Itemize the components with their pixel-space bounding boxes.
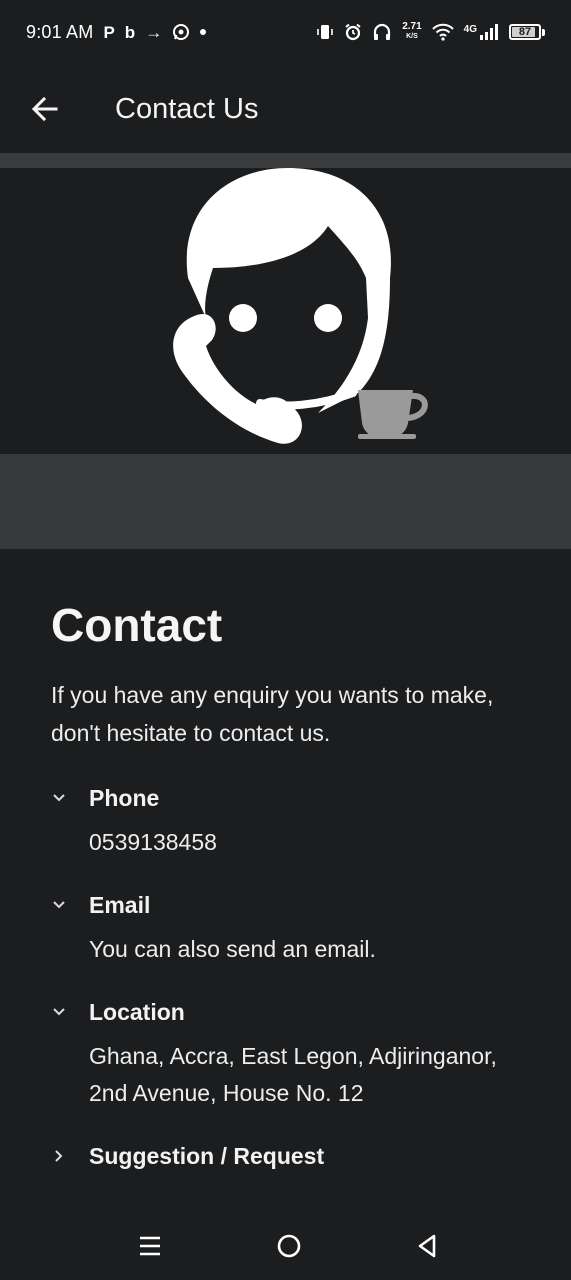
notification-p-icon: P [103,22,115,42]
accordion-title: Suggestion / Request [89,1142,325,1169]
notification-b-icon: b [124,22,136,42]
app-bar: Contact Us [0,64,571,154]
battery-indicator: 87 [509,24,545,40]
chevron-right-icon [55,1150,63,1162]
location-address: Ghana, Accra, East Legon, Adjiringanor, … [89,1043,497,1106]
accordion-title: Phone [89,784,160,811]
vibrate-icon [317,25,333,39]
page-title: Contact Us [115,92,259,125]
recent-apps-button[interactable] [130,1226,170,1266]
banner-bottom-band [0,454,571,549]
accordion-title: Email [89,891,151,918]
network-type-label: 4G [463,24,477,35]
arrow-left-icon [31,96,58,122]
accordion-header-phone[interactable]: Phone [51,776,531,820]
status-left: 9:01 AM P b → [26,21,207,43]
more-notifications-icon [200,29,207,35]
accordion-header-location[interactable]: Location [51,990,531,1034]
home-button[interactable] [269,1226,309,1266]
content-section: Contact If you have any enquiry you want… [51,596,531,752]
alarm-icon [345,23,361,41]
battery-level: 87 [518,26,532,38]
whatsapp-icon [173,24,190,40]
battery-icon: 87 [509,24,541,40]
chevron-down-icon [53,1008,65,1016]
coffee-cup-icon [358,390,428,439]
accordion-item-location: Location Ghana, Accra, East Legon, Adjir… [51,990,531,1134]
notification-arrow-icon: → [145,22,163,42]
status-time: 9:01 AM [26,21,94,42]
accordion-header-email[interactable]: Email [51,883,531,927]
network-speed-unit: K/S [406,33,418,40]
intro-text: If you have any enquiry you wants to mak… [51,682,494,746]
home-circle-icon [277,1234,300,1258]
screen: 9:01 AM P b → 2.71 K/S 4G 87 Contact Us … [0,0,571,1280]
phone-number[interactable]: 0539138458 [89,820,531,883]
wifi-icon [431,23,454,41]
headphones-icon [374,23,391,40]
accordion-header-suggestion[interactable]: Suggestion / Request [51,1134,531,1178]
accordion-title: Location [89,998,185,1025]
accordion-item-phone: Phone 0539138458 [51,776,531,883]
network-speed-value: 2.71 [402,21,422,32]
contact-accordion: Phone 0539138458 Email You can also send… [51,776,531,1178]
back-button[interactable] [15,79,75,139]
banner-top-strip [0,153,571,168]
menu-lines-icon [140,1236,160,1256]
back-triangle-icon [418,1234,436,1258]
accordion-item-suggestion: Suggestion / Request [51,1134,531,1178]
status-right: 2.71 K/S 4G 87 [316,22,545,42]
accordion-item-email: Email You can also send an email. [51,883,531,990]
signal-icon [480,24,498,40]
network-speed: 2.71 K/S [402,22,421,42]
status-bar: 9:01 AM P b → 2.71 K/S 4G 87 [0,0,571,64]
system-nav-bar [0,1212,571,1280]
system-back-button[interactable] [407,1226,447,1266]
contact-heading: Contact [51,599,223,651]
chevron-down-icon [53,901,65,909]
chevron-down-icon [53,794,65,802]
customer-support-icon [173,168,428,444]
email-text: You can also send an email. [89,936,376,962]
